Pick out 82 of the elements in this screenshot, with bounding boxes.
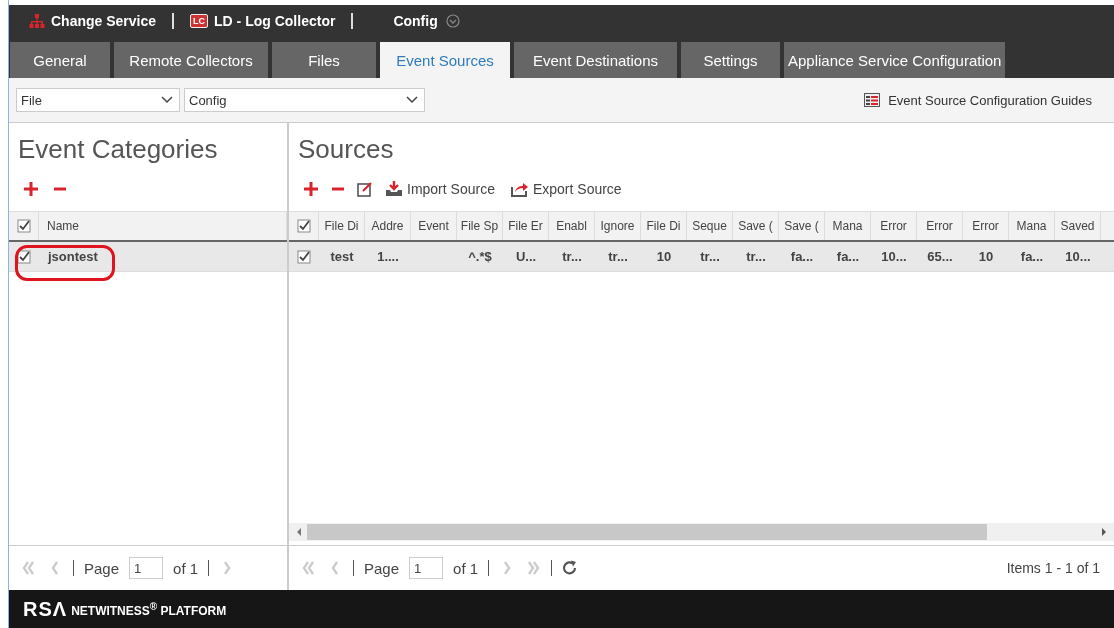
table-cell-text: jsontest bbox=[46, 248, 98, 266]
column-header[interactable]: Ignore bbox=[595, 212, 641, 240]
share-arrow-icon bbox=[510, 181, 529, 197]
add-icon bbox=[303, 181, 319, 197]
column-header[interactable]: File Di bbox=[641, 212, 687, 240]
tab[interactable]: Settings bbox=[681, 42, 780, 78]
page-label: Page bbox=[84, 559, 120, 577]
dropdown-caret-icon bbox=[406, 96, 418, 104]
guides-link[interactable]: Event Source Configuration Guides bbox=[864, 92, 1092, 108]
page-input[interactable]: 1 bbox=[409, 557, 444, 579]
dropdown-caret-icon bbox=[161, 96, 173, 104]
table-cell-text: fa... bbox=[835, 248, 861, 266]
panel-title: Sources bbox=[297, 133, 395, 166]
column-header[interactable]: File Sp bbox=[457, 212, 503, 240]
column-header[interactable]: File Er bbox=[503, 212, 549, 240]
checkbox[interactable] bbox=[297, 249, 311, 264]
scrollbar-thumb[interactable] bbox=[307, 524, 987, 540]
change-service-button[interactable]: Change Service bbox=[23, 13, 163, 29]
checkbox[interactable] bbox=[16, 219, 31, 233]
import-button[interactable]: Import Source bbox=[385, 181, 499, 197]
column-header[interactable]: Mana bbox=[825, 212, 871, 240]
column-header[interactable]: Event bbox=[411, 212, 457, 240]
column-header[interactable]: Save ( bbox=[733, 212, 779, 240]
column-header[interactable]: Enabl bbox=[549, 212, 595, 240]
items-count: Items 1 - 1 of 1 bbox=[1006, 560, 1100, 576]
hierarchy-icon bbox=[29, 13, 45, 29]
service-button[interactable]: LC LD - Log Collector bbox=[184, 13, 342, 29]
table-cell-text: tr... bbox=[607, 248, 629, 266]
table-cell-text: fa... bbox=[1019, 248, 1045, 266]
type-dropdown[interactable]: File bbox=[16, 88, 180, 112]
export-button[interactable]: Export Source bbox=[510, 181, 626, 197]
tab[interactable]: Files bbox=[272, 42, 376, 78]
table-cell-text: tr... bbox=[745, 248, 767, 266]
tab[interactable]: Event Sources bbox=[380, 42, 510, 78]
page-count: of 1 bbox=[453, 559, 479, 577]
tab[interactable]: Appliance Service Configuration bbox=[784, 42, 1006, 78]
table-cell-text: tr... bbox=[561, 248, 583, 266]
column-header[interactable]: Seque bbox=[687, 212, 733, 240]
tab[interactable]: Event Destinations bbox=[514, 42, 677, 78]
tab[interactable]: General bbox=[10, 42, 110, 78]
column-header[interactable]: Save ( bbox=[779, 212, 825, 240]
table-row[interactable]: test 1.... ^.*$ U... tr... tr... 10 tr... tr... fa... fa... 10... 65... 10 fa... 10... bbox=[289, 242, 1114, 272]
column-header[interactable]: Addre bbox=[365, 212, 411, 240]
tray-download-icon bbox=[385, 181, 403, 197]
page-label: Page bbox=[364, 559, 400, 577]
table-cell-text: U... bbox=[514, 248, 538, 266]
page-input[interactable]: 1 bbox=[129, 557, 164, 579]
add-icon bbox=[23, 181, 39, 197]
guide-list-icon bbox=[864, 93, 881, 107]
column-header[interactable]: Error bbox=[871, 212, 917, 240]
checkbox[interactable] bbox=[17, 249, 31, 264]
table-cell-text: fa... bbox=[789, 248, 815, 266]
checkbox[interactable] bbox=[296, 219, 311, 233]
tab[interactable]: Remote Collectors bbox=[114, 42, 268, 78]
table-cell-text: 65... bbox=[926, 248, 954, 266]
brand-logo: RSΛ bbox=[23, 597, 68, 621]
product-name: NETWITNESS$^{®}$ PLATFORM bbox=[71, 600, 227, 618]
table-cell-text: 10... bbox=[880, 248, 908, 266]
scroll-left-icon bbox=[295, 527, 303, 537]
table-cell-text: test bbox=[329, 248, 355, 266]
horizontal-scrollbar[interactable] bbox=[289, 523, 1114, 541]
table-cell-text: 10 bbox=[977, 248, 995, 266]
panel-title: Event Categories bbox=[17, 133, 219, 166]
chevron-icon bbox=[445, 14, 460, 28]
table-cell-text: 1.... bbox=[376, 248, 400, 266]
scroll-right-icon bbox=[1100, 527, 1108, 537]
table-cell-text: 10 bbox=[655, 248, 673, 266]
column-header[interactable]: Mana bbox=[1009, 212, 1055, 240]
table-cell-text: 10... bbox=[1064, 248, 1092, 266]
page-count: of 1 bbox=[173, 559, 199, 577]
column-header[interactable]: Saved bbox=[1055, 212, 1101, 240]
table-cell-text: ^.*$ bbox=[467, 248, 493, 266]
menu-button[interactable]: Config bbox=[387, 13, 466, 29]
edit-icon bbox=[357, 181, 373, 197]
config-dropdown[interactable]: Config bbox=[184, 88, 425, 112]
device-badge: LC bbox=[190, 14, 209, 28]
column-header[interactable]: Error bbox=[963, 212, 1009, 240]
refresh-icon[interactable] bbox=[562, 560, 579, 576]
table-cell-text: tr... bbox=[699, 248, 721, 266]
table-row[interactable]: jsontest bbox=[9, 242, 287, 272]
column-header[interactable]: File Di bbox=[319, 212, 365, 240]
column-header[interactable]: Error bbox=[917, 212, 963, 240]
